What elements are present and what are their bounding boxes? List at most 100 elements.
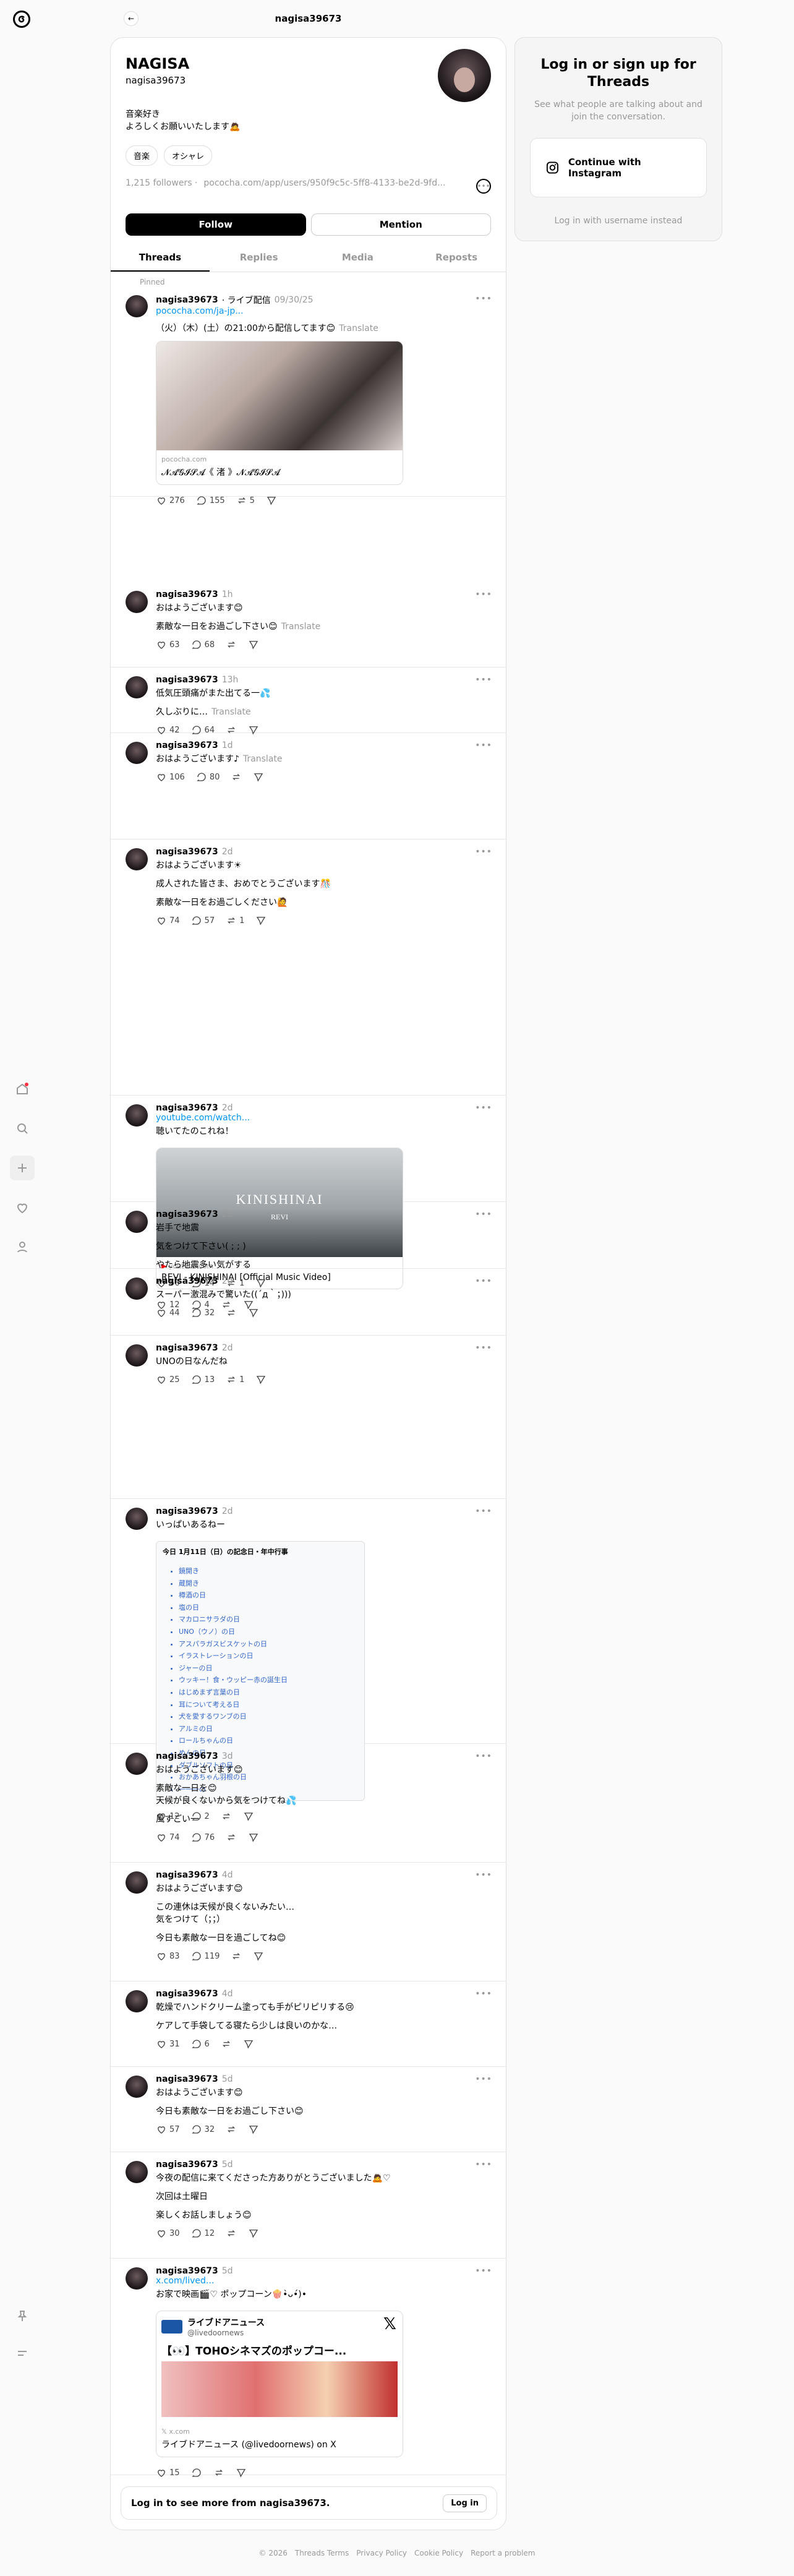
post-username[interactable]: nagisa39673 bbox=[156, 1343, 218, 1353]
reply-button[interactable]: 32 bbox=[191, 2124, 215, 2135]
tab-reposts[interactable]: Reposts bbox=[407, 244, 506, 272]
like-button[interactable]: 83 bbox=[156, 1951, 180, 1962]
profile-icon[interactable] bbox=[10, 1235, 35, 1260]
search-icon[interactable] bbox=[10, 1116, 35, 1141]
post-username[interactable]: nagisa39673 bbox=[156, 1870, 218, 1880]
avatar[interactable] bbox=[126, 676, 148, 698]
share-button[interactable] bbox=[253, 1951, 264, 1962]
like-button[interactable]: 63 bbox=[156, 639, 180, 650]
post-username[interactable]: nagisa39673 bbox=[156, 1103, 218, 1113]
followers-count[interactable]: 1,215 followers bbox=[126, 178, 192, 188]
report-link[interactable]: Report a problem bbox=[471, 2549, 535, 2557]
translate-link[interactable]: Translate bbox=[281, 622, 321, 632]
tab-replies[interactable]: Replies bbox=[210, 244, 309, 272]
reply-button[interactable]: 68 bbox=[191, 639, 215, 650]
thread-post[interactable]: ••• nagisa39673 5d 今夜の配信に来てくださった方ありがとうございまし… bbox=[111, 2152, 506, 2259]
repost-button[interactable] bbox=[226, 639, 237, 650]
reply-button[interactable]: 13 bbox=[191, 1374, 215, 1385]
repost-button[interactable] bbox=[226, 1832, 237, 1843]
post-username[interactable]: nagisa39673 bbox=[156, 1751, 218, 1761]
mention-button[interactable]: Mention bbox=[310, 213, 491, 236]
link-card[interactable]: pococha.com 𝓝𝓐𝓖𝓘𝓢𝓐《 渚 》𝓝𝓐𝓖𝓘𝓢𝓐 bbox=[156, 341, 403, 485]
avatar[interactable] bbox=[126, 1344, 148, 1367]
like-button[interactable]: 44 bbox=[156, 1307, 180, 1318]
share-button[interactable] bbox=[253, 771, 264, 783]
thread-post[interactable]: ••• nagisa39673 2d UNOの日なんだね 25 13 1 bbox=[111, 1336, 506, 1499]
avatar[interactable] bbox=[126, 1508, 148, 1530]
post-username[interactable]: nagisa39673 bbox=[156, 741, 218, 750]
thread-post[interactable]: ••• nagisa39673 2d 岩手で地震 気をつけて下さい( ; ; ) やたら地… bbox=[111, 1202, 506, 1288]
thread-post[interactable]: ••• nagisa39673 3d おはようございます😊 素敵な一日を😊 天候が良くない… bbox=[111, 1744, 506, 1863]
back-arrow-icon[interactable]: ← bbox=[124, 11, 139, 26]
avatar[interactable] bbox=[126, 1753, 148, 1775]
translate-link[interactable]: Translate bbox=[211, 707, 251, 717]
post-username[interactable]: nagisa39673 bbox=[156, 1989, 218, 1999]
share-button[interactable] bbox=[248, 1307, 259, 1318]
thread-post[interactable]: ••• nagisa39673 1h おはようございます😊 素敵な一日をお過ごし下さい😊… bbox=[111, 582, 506, 668]
post-username[interactable]: nagisa39673 bbox=[156, 2160, 218, 2170]
thread-post[interactable]: ••• nagisa39673 4d 乾燥でハンドクリーム塗っても手がピリピリする😢 ケ… bbox=[111, 1981, 506, 2067]
x-embed-card[interactable]: ライブドアニュース @livedoornews 𝕏 【👀】TOHOシネマズのポップコー… bbox=[156, 2311, 403, 2457]
post-username[interactable]: nagisa39673 bbox=[156, 590, 218, 599]
avatar[interactable] bbox=[126, 2161, 148, 2183]
create-plus-icon[interactable] bbox=[10, 1156, 35, 1180]
like-button[interactable]: 31 bbox=[156, 2038, 180, 2050]
like-button[interactable]: 276 bbox=[156, 495, 185, 506]
translate-link[interactable]: Translate bbox=[339, 324, 378, 333]
thread-post[interactable]: ••• nagisa39673 2d おはようございます☀ 成人された皆さま、おめでとう… bbox=[111, 839, 506, 1096]
share-button[interactable] bbox=[243, 2038, 254, 2050]
share-button[interactable] bbox=[255, 1374, 267, 1385]
post-username[interactable]: nagisa39673 bbox=[156, 1506, 218, 1516]
like-button[interactable]: 25 bbox=[156, 1374, 180, 1385]
repost-button[interactable]: 5 bbox=[236, 495, 255, 506]
like-button[interactable]: 106 bbox=[156, 771, 185, 783]
tab-threads[interactable]: Threads bbox=[111, 244, 210, 272]
thread-post[interactable]: ••• nagisa39673 2d youtube.com/watch... 聴いてた… bbox=[111, 1096, 506, 1310]
follow-button[interactable]: Follow bbox=[126, 213, 306, 236]
share-button[interactable] bbox=[266, 495, 277, 506]
thread-post[interactable]: Pinned ••• nagisa39673 · ライブ配信 09/30/25 po… bbox=[111, 273, 506, 505]
avatar[interactable] bbox=[126, 1990, 148, 2012]
avatar[interactable] bbox=[126, 2267, 148, 2290]
post-username[interactable]: nagisa39673 bbox=[156, 675, 218, 685]
thread-post[interactable]: ••• nagisa39673 13h 低気圧頭痛がまた出てる一💦 久しぶりに… Tran… bbox=[111, 668, 506, 735]
thread-post[interactable]: ••• nagisa39673 5d x.com/lived... お家で映画🎬♡ ポッ… bbox=[111, 2259, 506, 2478]
reply-button[interactable]: 76 bbox=[191, 1832, 215, 1843]
avatar[interactable] bbox=[126, 2076, 148, 2098]
post-link[interactable]: youtube.com/watch... bbox=[156, 1113, 492, 1123]
reply-button[interactable]: 80 bbox=[196, 771, 220, 783]
share-button[interactable] bbox=[248, 1832, 259, 1843]
reply-button[interactable]: 155 bbox=[196, 495, 225, 506]
username-login-link[interactable]: Log in with username instead bbox=[530, 216, 707, 226]
share-button[interactable] bbox=[248, 2124, 259, 2135]
post-link[interactable]: pococha.com/ja-jp... bbox=[156, 306, 492, 316]
post-username[interactable]: nagisa39673 bbox=[156, 847, 218, 857]
terms-link[interactable]: Threads Terms bbox=[295, 2549, 349, 2557]
reply-button[interactable]: 57 bbox=[191, 915, 215, 926]
tab-media[interactable]: Media bbox=[309, 244, 408, 272]
pin-icon[interactable] bbox=[10, 2304, 35, 2329]
reply-button[interactable]: 119 bbox=[191, 1951, 220, 1962]
share-button[interactable] bbox=[255, 915, 267, 926]
avatar[interactable] bbox=[126, 1871, 148, 1894]
like-button[interactable]: 30 bbox=[156, 2228, 180, 2239]
share-button[interactable] bbox=[248, 2228, 259, 2239]
avatar[interactable] bbox=[126, 1104, 148, 1127]
avatar[interactable] bbox=[126, 1211, 148, 1233]
privacy-link[interactable]: Privacy Policy bbox=[356, 2549, 407, 2557]
repost-button[interactable]: 1 bbox=[226, 1374, 244, 1385]
post-username[interactable]: nagisa39673 bbox=[156, 2074, 218, 2084]
post-username[interactable]: nagisa39673 bbox=[156, 1276, 218, 1286]
thread-post[interactable]: ••• nagisa39673 2d スーパー激混みで驚いた((´д｀；))) 44 32 bbox=[111, 1269, 506, 1336]
avatar[interactable] bbox=[126, 295, 148, 317]
profile-link[interactable]: pococha.com/app/users/950f9c5c-5ff8-4133… bbox=[203, 178, 445, 188]
post-username[interactable]: nagisa39673 bbox=[156, 295, 218, 305]
repost-button[interactable] bbox=[221, 2038, 232, 2050]
translate-link[interactable]: Translate bbox=[243, 754, 283, 764]
post-username[interactable]: nagisa39673 bbox=[156, 2266, 218, 2276]
repost-button[interactable] bbox=[226, 1307, 237, 1318]
repost-button[interactable] bbox=[226, 2124, 237, 2135]
repost-button[interactable] bbox=[226, 2228, 237, 2239]
home-icon[interactable] bbox=[10, 1076, 35, 1101]
repost-button[interactable] bbox=[231, 1951, 242, 1962]
